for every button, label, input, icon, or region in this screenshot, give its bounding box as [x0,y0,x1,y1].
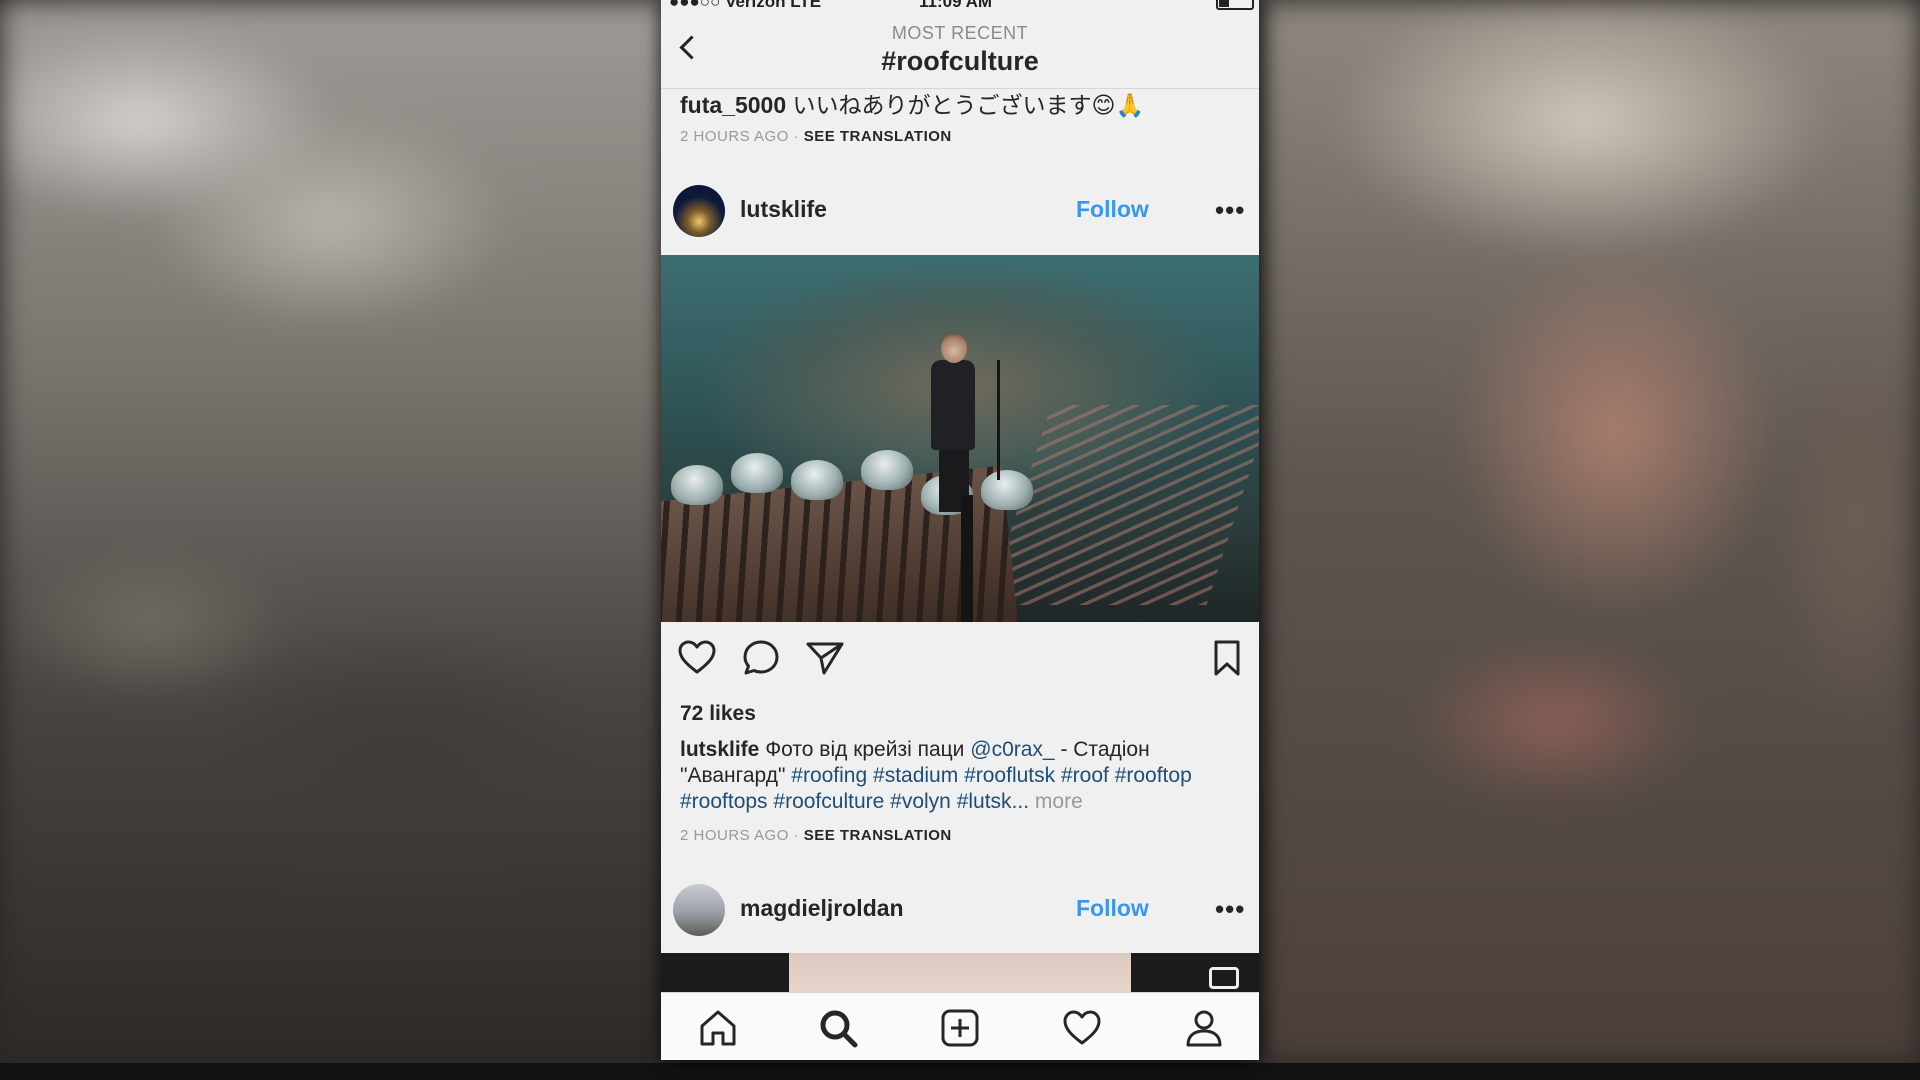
post-header: lutsklife Follow ••• [661,181,1259,241]
photo-stadium-stands [986,405,1259,605]
post-actions [661,622,1259,692]
hashtag-link[interactable]: #rooflutsk [964,764,1055,787]
search-icon[interactable] [817,1007,859,1049]
next-post-username[interactable]: magdieljroldan [740,895,904,922]
avatar[interactable] [673,884,725,936]
photo-pole [997,360,1000,480]
photo-lamp [671,465,723,505]
photo-lamp [791,460,843,500]
previous-post-meta: 2 HOURS AGO · SEE TRANSLATION [680,128,952,145]
send-icon[interactable] [805,638,845,678]
previous-post-text: いいねありがとうございます😊🙏 [792,92,1145,118]
bottom-letterbox [0,1063,1920,1080]
see-translation-link[interactable]: SEE TRANSLATION [804,827,952,844]
meta-separator: · [788,128,804,145]
see-translation-link[interactable]: SEE TRANSLATION [804,128,952,145]
hashtag-link[interactable]: #stadium [873,764,958,787]
photo-person-body [931,360,975,450]
post-meta: 2 HOURS AGO · SEE TRANSLATION [680,827,952,844]
follow-button[interactable]: Follow [1076,196,1149,223]
previous-post-time: 2 HOURS AGO [680,128,789,145]
hashtag-link[interactable]: #lutsk... [957,790,1029,813]
hashtag-link[interactable]: #roofculture [773,790,884,813]
heart-icon[interactable] [677,638,717,678]
tab-bar [661,992,1259,1060]
next-post-header: magdieljroldan Follow ••• [661,880,1259,940]
hashtag-link[interactable]: #roof [1061,764,1109,787]
avatar[interactable] [673,185,725,237]
post-caption: lutsklife Фото від крейзі паци @c0rax_ -… [680,737,1245,815]
photo-selfie-stick [961,495,973,622]
caption-text: Фото від крейзі паци [765,738,971,761]
more-options-icon[interactable]: ••• [1215,894,1245,925]
caption-mention[interactable]: @c0rax_ [970,738,1054,761]
background-right-blur [1255,0,1920,1063]
post-username[interactable]: lutsklife [740,196,827,223]
meta-separator: · [788,827,804,844]
more-options-icon[interactable]: ••• [1215,195,1245,226]
post-time: 2 HOURS AGO [680,827,789,844]
page-title: #roofculture [881,46,1039,76]
activity-heart-icon[interactable] [1061,1007,1103,1049]
battery-icon [1216,0,1254,10]
likes-count[interactable]: 72 likes [680,702,756,726]
status-bar: ●●●○○ Verizon LTE 11:09 AM [661,0,1259,11]
follow-button[interactable]: Follow [1076,895,1149,922]
photo-lamp [731,453,783,493]
hashtag-link[interactable]: #rooftop [1115,764,1192,787]
phone-screen: ●●●○○ Verizon LTE 11:09 AM MOST RECENT #… [661,0,1259,1060]
more-link[interactable]: more [1035,790,1083,813]
previous-post-caption: futa_5000 いいねありがとうございます😊🙏 [680,86,1144,120]
video-camera-icon [1209,967,1239,989]
add-icon[interactable] [939,1007,981,1049]
hashtag-link[interactable]: #rooftops [680,790,768,813]
hashtag-link[interactable]: #volyn [890,790,951,813]
next-photo-content [789,953,1131,993]
photo-lamp [981,470,1033,510]
home-icon[interactable] [697,1007,739,1049]
next-post-photo[interactable] [661,953,1259,993]
nav-subtitle: MOST RECENT [891,23,1029,43]
previous-post-username[interactable]: futa_5000 [680,92,786,118]
photo-person-head [941,333,967,363]
nav-bar: MOST RECENT #roofculture [661,10,1259,89]
post-photo[interactable] [661,255,1259,622]
caption-username[interactable]: lutsklife [680,738,759,761]
hashtag-link[interactable]: #roofing [791,764,867,787]
background-left-blur [0,0,680,1063]
comment-icon[interactable] [741,638,781,678]
bookmark-icon[interactable] [1207,638,1247,678]
profile-icon[interactable] [1183,1007,1225,1049]
photo-lamp [861,450,913,490]
